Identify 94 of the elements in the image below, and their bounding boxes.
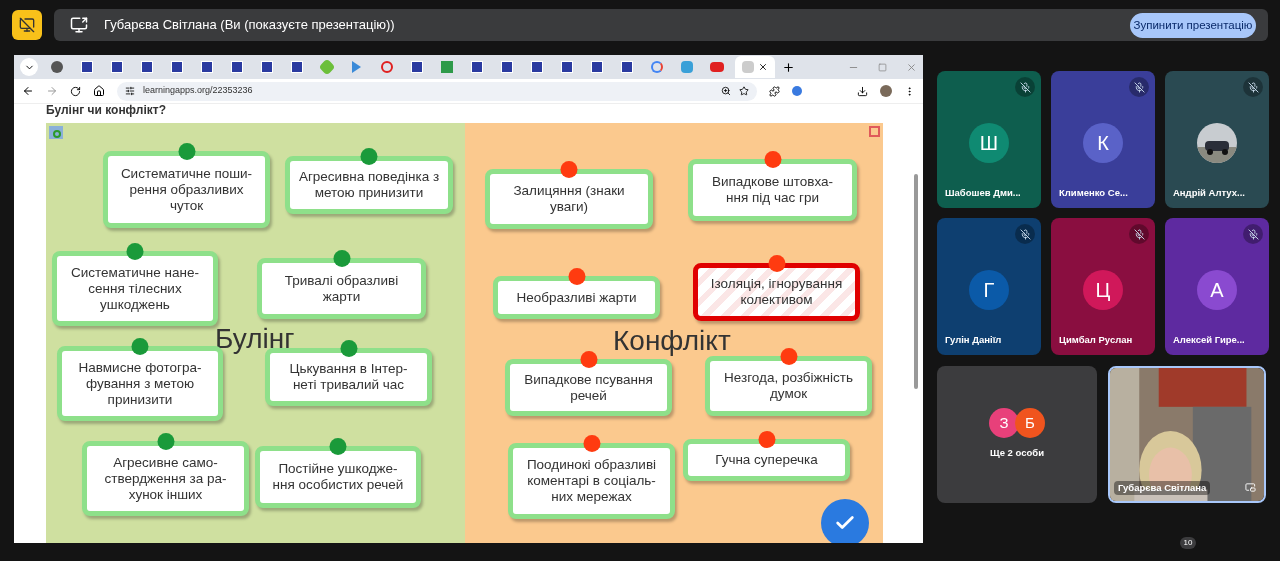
card-text: Гучна суперечка [715, 452, 818, 468]
site-settings-icon[interactable] [125, 86, 135, 96]
tab-favicon[interactable] [500, 61, 513, 73]
stop-presenting-button[interactable]: Зупинити презентацію [1130, 12, 1256, 38]
url-text: learningapps.org/22353236 [143, 84, 254, 98]
video-icon[interactable] [709, 62, 724, 72]
tab-favicon[interactable] [620, 61, 633, 73]
participant-name: Губарєва Світлана [1114, 480, 1211, 495]
card-text: Агресивне само-ствердження за ра-хунок інших [103, 454, 228, 503]
presentation-off-icon[interactable] [12, 10, 42, 40]
card-text: Ізоляція, ігнорування колективом [709, 276, 844, 308]
answer-card[interactable]: Незгода, розбіжність думок [705, 356, 872, 416]
participant-name: Цимбал Руслан [1058, 332, 1134, 347]
participant-tile[interactable]: Андрій Алтух... [1165, 71, 1269, 208]
tab-favicon[interactable] [470, 61, 483, 73]
participant-avatar: Б [1015, 408, 1045, 439]
presenter-title: Губарєва Світлана (Ви (показуєте презентацію)) [104, 16, 396, 35]
card-text: Систематичне нане-сення тілесних ушкоджень [70, 264, 200, 313]
participant-name: Андрій Алтух... [1172, 185, 1246, 200]
reload-icon[interactable] [70, 85, 81, 97]
back-icon[interactable] [22, 85, 34, 97]
answer-card[interactable]: Необразливі жарти [493, 276, 660, 319]
new-tab-icon[interactable] [782, 60, 795, 74]
scrollbar-thumb[interactable] [914, 174, 918, 389]
participant-tile[interactable]: Ш Шабошев Дми... [937, 71, 1041, 208]
answer-card[interactable]: Випадкове псування речей [505, 359, 672, 416]
more-participants-tile[interactable]: З Б Ще 2 особи [937, 366, 1097, 503]
answer-card[interactable]: Агресивна поведінка з метою принизити [285, 156, 453, 214]
pip-icon[interactable] [1245, 482, 1256, 493]
participant-tile[interactable]: К Клименко Се... [1051, 71, 1155, 208]
tab-favicon[interactable] [410, 61, 423, 73]
answer-card[interactable]: Гучна суперечка [683, 439, 850, 481]
answer-card[interactable]: Тривалі образливі жарти [257, 258, 426, 319]
participant-tile[interactable]: Ц Цимбал Руслан [1051, 218, 1155, 355]
participant-tile[interactable]: А Алексей Гире... [1165, 218, 1269, 355]
answer-card[interactable]: Систематичне поши-рення образливих чуток [103, 151, 270, 228]
page-title: Булінг чи конфлікт? [46, 104, 167, 119]
answer-card[interactable]: Цькування в Інтер-неті тривалий час [265, 348, 432, 406]
tab-favicon[interactable] [590, 61, 603, 73]
participant-avatar: З [989, 408, 1019, 439]
card-text: Незгода, розбіжність думок [723, 370, 854, 402]
card-text: Систематичне поши-рення образливих чуток [119, 165, 254, 214]
participant-tile[interactable]: Г Гулін Даніїл [937, 218, 1041, 355]
bookmark-icon[interactable] [739, 86, 749, 96]
participant-avatar: Ш [969, 123, 1009, 164]
download-icon[interactable] [857, 85, 868, 97]
tab-favicon[interactable] [170, 61, 183, 73]
tab-favicon[interactable] [140, 61, 153, 73]
answer-card[interactable]: Ізоляція, ігнорування колективом [693, 263, 860, 321]
category-label: Конфлікт [613, 325, 731, 357]
self-video-tile[interactable]: Губарєва Світлана [1108, 366, 1266, 503]
card-text: Необразливі жарти [516, 289, 637, 306]
card-text: Випадкове штовха-ння під час гри [710, 174, 835, 206]
answer-card[interactable]: Агресивне само-ствердження за ра-хунок інших [82, 441, 249, 516]
zoom-icon[interactable] [721, 86, 731, 96]
participant-avatar: К [1083, 123, 1123, 164]
participant-name: Шабошев Дми... [944, 185, 1022, 200]
participant-name: Алексей Гире... [1172, 332, 1246, 347]
tab-favicon[interactable] [110, 61, 123, 73]
profile-avatar[interactable] [880, 85, 892, 97]
participant-name: Клименко Се... [1058, 185, 1129, 200]
tab-favicon[interactable] [230, 61, 243, 73]
answer-card[interactable]: Випадкове штовха-ння під час гри [688, 159, 857, 221]
tab-favicon[interactable] [530, 61, 543, 73]
tab-favicon[interactable] [560, 61, 573, 73]
google-icon[interactable] [650, 61, 663, 73]
close-icon[interactable] [758, 62, 768, 72]
participant-avatar: А [1197, 270, 1237, 311]
answer-card[interactable]: Залицяння (знаки уваги) [485, 169, 653, 229]
tab-favicon[interactable] [290, 61, 303, 73]
card-text: Тривалі образливі жарти [283, 272, 400, 305]
extensions-icon[interactable] [769, 85, 780, 97]
tab-favicon[interactable] [80, 61, 93, 73]
card-text: Навмисне фотогра-фування з метою принизити [77, 359, 203, 408]
participant-avatar: Г [969, 270, 1009, 311]
card-text: Залицяння (знаки уваги) [512, 183, 626, 215]
answer-card[interactable]: Постійне ушкодже-ння особистих речей [255, 446, 421, 508]
more-participants-label: Ще 2 особи [990, 446, 1044, 461]
participant-avatar: Ц [1083, 270, 1123, 311]
card-text: Випадкове псування речей [523, 371, 654, 404]
tab-favicon[interactable] [260, 61, 273, 73]
card-text: Постійне ушкодже-ння особистих речей [271, 461, 405, 493]
extension-icon[interactable] [792, 86, 802, 96]
card-text: Агресивна поведінка з метою принизити [298, 169, 440, 201]
answer-card[interactable]: Поодинокі образливі коментарі в соціаль-них мережах [508, 443, 675, 519]
answer-card[interactable]: Систематичне нане-сення тілесних ушкоджень [52, 251, 218, 326]
address-bar[interactable]: learningapps.org/22353236 [117, 81, 757, 101]
card-text: Цькування в Інтер-неті тривалий час [288, 361, 409, 393]
participant-name: Гулін Даніїл [944, 332, 1003, 347]
card-text: Поодинокі образливі коментарі в соціаль-них мережах [525, 457, 658, 505]
screen-share-icon [70, 16, 88, 34]
tab-favicon[interactable] [200, 61, 213, 73]
home-icon[interactable] [93, 85, 105, 97]
participant-count-badge: 10 [1179, 537, 1197, 549]
